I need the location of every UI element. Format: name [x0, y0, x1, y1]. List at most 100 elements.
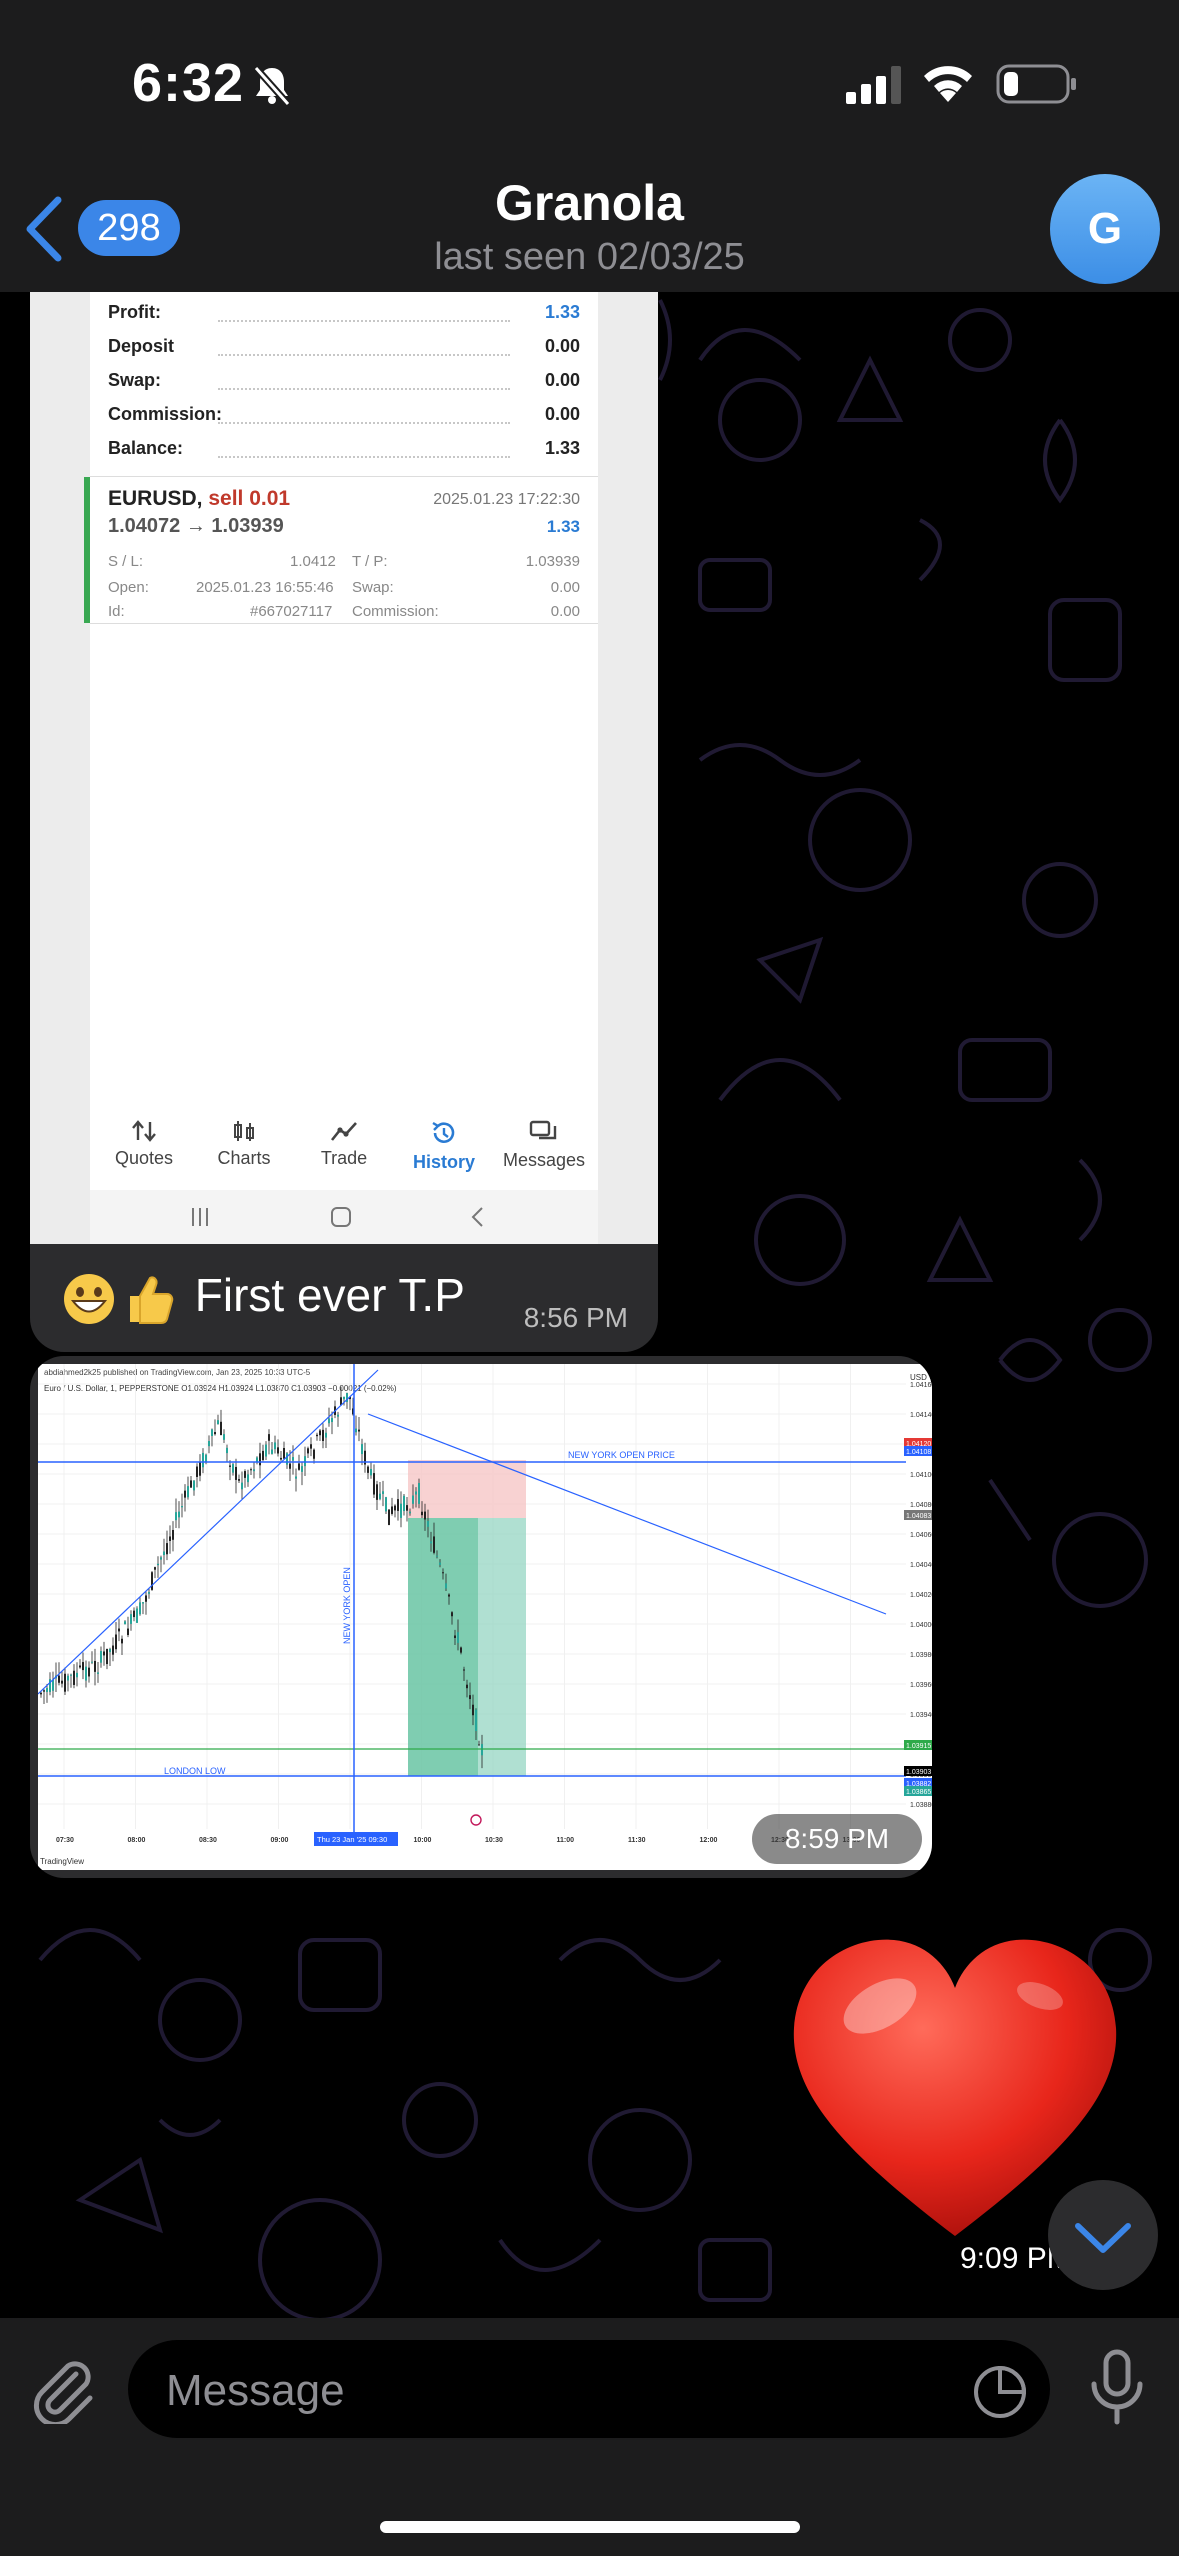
message-time: 8:59 PM — [752, 1814, 922, 1864]
candle-body — [316, 1434, 318, 1437]
candle-body — [208, 1441, 210, 1447]
candle-body — [115, 1634, 117, 1650]
price-tick-label: 1.04100 — [910, 1472, 932, 1479]
chat-icon — [529, 1120, 557, 1140]
summary-row: Commission: 0.00 — [108, 404, 580, 424]
nav-history[interactable]: History — [394, 1112, 494, 1173]
tradingview-chart-image[interactable]: abdiahmed2k25 published on TradingView.c… — [38, 1364, 932, 1870]
price-tag-label: 1.03903 — [906, 1769, 931, 1776]
london-low-label: LONDON LOW — [164, 1766, 226, 1776]
chat-title[interactable]: Granola — [0, 174, 1179, 232]
nav-trade[interactable]: Trade — [294, 1112, 394, 1169]
candle-body — [277, 1447, 279, 1454]
nav-quotes[interactable]: Quotes — [94, 1112, 194, 1169]
price-tag-label: 1.04108 — [906, 1449, 931, 1456]
candle-body — [178, 1511, 180, 1518]
candle-body — [454, 1635, 456, 1638]
commission-label: Commission: — [352, 603, 439, 620]
trade-prices: 1.04072 → 1.03939 — [108, 515, 284, 537]
candle-body — [169, 1536, 171, 1541]
trade-entry[interactable]: EURUSD, sell 0.01 1.04072 → 1.03939 2025… — [84, 476, 598, 624]
price-tag-label: 1.03915 — [906, 1743, 931, 1750]
message-bubble-screenshot[interactable]: Profit: 1.33 Deposit 0.00 Swap: 0.00 Com… — [30, 292, 658, 1352]
candlestick-chart: NEW YORK OPEN PRICE LONDON LOW NEW YORK … — [38, 1364, 932, 1866]
candle-body — [307, 1448, 309, 1454]
candle-body — [325, 1432, 327, 1438]
candle-body — [469, 1695, 471, 1700]
candle-body — [130, 1614, 132, 1624]
open-value: 2025.01.23 16:55:46 — [196, 579, 334, 596]
trend-icon — [330, 1122, 357, 1141]
marker-icon — [470, 1814, 482, 1826]
candle-body — [244, 1471, 246, 1478]
candle-body — [61, 1680, 63, 1684]
candle-body — [448, 1594, 450, 1597]
scroll-down-button[interactable] — [1048, 2180, 1158, 2290]
trade-profit: 1.33 — [546, 517, 580, 536]
candle-body — [472, 1704, 474, 1716]
candle-body — [241, 1482, 243, 1490]
swap-label: Swap: — [352, 579, 394, 596]
price-tag-label: 1.03865 — [906, 1789, 931, 1796]
date-marker: Thu 23 Jan '25 09:30 — [317, 1835, 387, 1844]
candle-body — [154, 1567, 156, 1570]
candle-body — [58, 1675, 60, 1683]
candle-body — [427, 1520, 429, 1527]
trade-close-time: 2025.01.23 17:22:30 — [433, 491, 580, 508]
candle-body — [268, 1434, 270, 1441]
attach-paperclip-icon[interactable] — [28, 2354, 98, 2424]
trade-symbol: EURUSD, sell 0.01 — [108, 487, 291, 510]
candle-body — [322, 1429, 324, 1441]
candle-body — [94, 1660, 96, 1672]
candle-body — [67, 1675, 69, 1681]
candle-body — [259, 1453, 261, 1466]
candle-body — [388, 1509, 390, 1525]
candle-body — [421, 1511, 423, 1516]
price-tick-label: 1.03940 — [910, 1712, 932, 1719]
candle-body — [430, 1541, 432, 1544]
candle-body — [217, 1420, 219, 1425]
candle-body — [97, 1672, 99, 1674]
candle-body — [76, 1672, 78, 1678]
trade-history-image[interactable]: Profit: 1.33 Deposit 0.00 Swap: 0.00 Com… — [30, 292, 658, 1244]
arrows-updown-icon — [132, 1120, 156, 1142]
message-input[interactable]: Message — [128, 2340, 1050, 2438]
currency-label: USD — [910, 1373, 927, 1382]
nav-charts[interactable]: Charts — [194, 1112, 294, 1169]
microphone-icon[interactable] — [1082, 2348, 1152, 2428]
avatar[interactable]: G — [1050, 174, 1160, 284]
summary-row: Profit: 1.33 — [108, 302, 580, 322]
candle-body — [463, 1669, 465, 1671]
price-tick-label: 1.04020 — [910, 1592, 932, 1599]
candle-body — [436, 1555, 438, 1557]
candle-body — [40, 1692, 42, 1695]
sticker-icon[interactable] — [970, 2362, 1030, 2422]
candle-body — [337, 1414, 339, 1417]
message-bubble-chart[interactable]: abdiahmed2k25 published on TradingView.c… — [30, 1356, 932, 1878]
candle-body — [406, 1505, 408, 1511]
price-tick-label: 1.04060 — [910, 1532, 932, 1539]
home-indicator — [380, 2521, 800, 2533]
candle-body — [361, 1444, 363, 1455]
open-label: Open: — [108, 579, 149, 596]
candle-body — [376, 1484, 378, 1500]
commission-value: 0.00 — [550, 603, 580, 620]
candle-body — [196, 1466, 198, 1477]
price-tick-label: 1.04040 — [910, 1562, 932, 1569]
candle-body — [355, 1428, 357, 1433]
candle-body — [106, 1648, 108, 1665]
status-time: 6:32 — [132, 53, 245, 113]
silent-bell-icon — [253, 65, 291, 106]
candle-body — [280, 1457, 282, 1460]
candle-body — [271, 1449, 273, 1454]
candle-body — [394, 1505, 396, 1511]
thumbs-up-icon — [130, 1276, 174, 1324]
candle-body — [382, 1491, 384, 1494]
nav-messages[interactable]: Messages — [494, 1112, 594, 1171]
candle-body — [166, 1543, 168, 1555]
candle-body — [199, 1462, 201, 1476]
candle-body — [133, 1610, 135, 1618]
candles-icon — [234, 1121, 254, 1141]
candle-body — [100, 1651, 102, 1663]
message-placeholder: Message — [166, 2366, 345, 2415]
